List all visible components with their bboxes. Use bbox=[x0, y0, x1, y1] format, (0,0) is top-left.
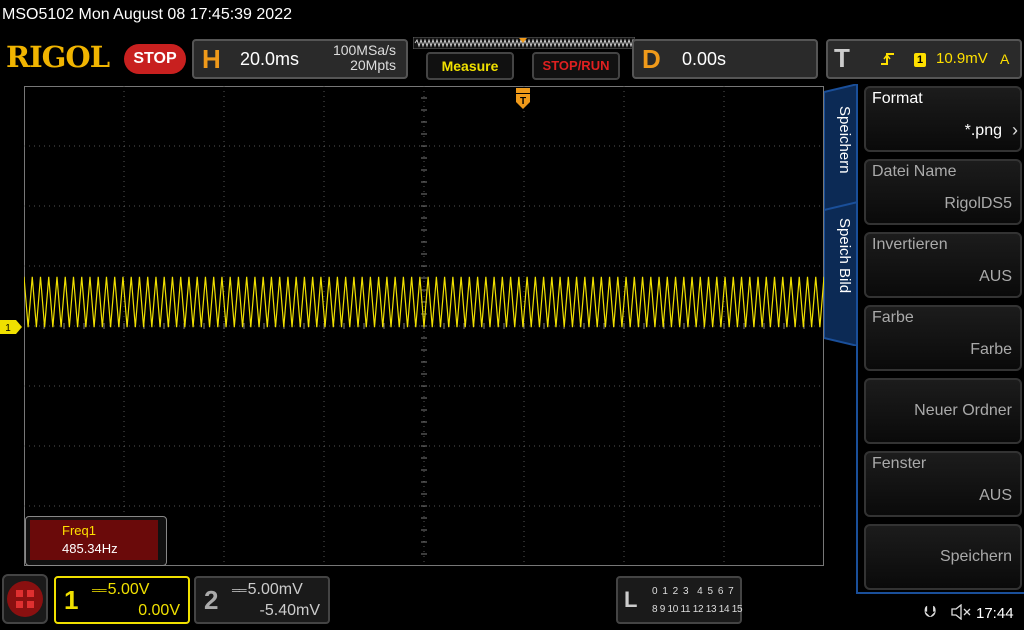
menu-item-title: Datei Name bbox=[872, 163, 957, 180]
save-image-menu: Format *.png › Datei Name RigolDS5 Inver… bbox=[856, 84, 1024, 594]
trigger-level: 10.9mV bbox=[936, 50, 988, 67]
menu-item-title: Invertieren bbox=[872, 236, 948, 253]
channel2-number: 2 bbox=[204, 585, 219, 615]
measure-button[interactable]: Measure bbox=[426, 52, 514, 80]
logic-analyzer-label: L bbox=[624, 587, 638, 612]
delay-label: D bbox=[642, 44, 661, 74]
channel2-panel[interactable]: 2 ══ 5.00mV -5.40mV bbox=[194, 576, 330, 624]
rising-edge-icon bbox=[881, 53, 894, 65]
menu-item-invert[interactable]: Invertieren AUS bbox=[864, 232, 1022, 298]
menu-item-value: Farbe bbox=[970, 341, 1012, 358]
menu-item-value: RigolDS5 bbox=[944, 195, 1012, 212]
menu-item-color[interactable]: Farbe Farbe bbox=[864, 305, 1022, 371]
tab-speichern[interactable]: Speichern bbox=[836, 106, 853, 174]
delay-value: 0.00s bbox=[682, 49, 727, 69]
menu-item-value: Neuer Ordner bbox=[914, 402, 1012, 419]
title-bar: MSO5102 Mon August 08 17:45:39 2022 bbox=[2, 6, 292, 23]
dc-coupling-icon: ══ bbox=[92, 585, 108, 597]
horizontal-label: H bbox=[202, 44, 221, 74]
system-clock: 17:44 bbox=[976, 605, 1014, 622]
measurement-panel[interactable]: Freq1 485.34Hz bbox=[25, 516, 167, 566]
channel1-marker-label: 1 bbox=[5, 323, 11, 334]
dc-coupling-icon: ══ bbox=[232, 585, 248, 597]
trigger-source-badge: 1 bbox=[914, 53, 926, 67]
waveform-display[interactable] bbox=[24, 86, 824, 566]
home-menu-button[interactable] bbox=[2, 574, 48, 624]
menu-item-new-folder[interactable]: Neuer Ordner bbox=[864, 378, 1022, 444]
menu-item-format[interactable]: Format *.png › bbox=[864, 86, 1022, 152]
trigger-mode: A bbox=[1000, 51, 1010, 67]
menu-item-save[interactable]: Speichern bbox=[864, 524, 1022, 590]
sample-rate-info: 100MSa/s 20Mpts bbox=[333, 43, 396, 73]
menu-item-file-name[interactable]: Datei Name RigolDS5 bbox=[864, 159, 1022, 225]
run-state-badge[interactable]: STOP bbox=[124, 44, 186, 74]
chevron-right-icon: › bbox=[1012, 120, 1018, 140]
sample-rate: 100MSa/s bbox=[332, 42, 396, 58]
trigger-panel[interactable]: T 1 10.9mV A bbox=[826, 39, 1022, 79]
usb-icon: ⮋ bbox=[924, 604, 937, 621]
menu-item-value: *.png bbox=[964, 122, 1002, 139]
rigol-logo: RIGOL bbox=[6, 40, 110, 74]
channel2-offset: -5.40mV bbox=[259, 602, 320, 619]
menu-item-title: Format bbox=[872, 90, 923, 107]
menu-item-value: AUS bbox=[979, 268, 1012, 285]
channel1-panel[interactable]: 1 ══ 5.00V 0.00V bbox=[54, 576, 190, 624]
horizontal-panel[interactable]: H 20.0ms 100MSa/s 20Mpts bbox=[192, 39, 408, 79]
delay-panel[interactable]: D 0.00s bbox=[632, 39, 818, 79]
digital-channels-row2: 8 9 10 11 12 13 14 15 bbox=[652, 604, 743, 615]
channel1-number: 1 bbox=[64, 585, 79, 615]
channel2-scale-value: 5.00mV bbox=[247, 581, 303, 598]
logic-analyzer-panel[interactable]: L 0 1 2 3 4 5 6 7 8 9 10 11 12 13 14 15 bbox=[616, 576, 743, 624]
tab-speich-bild[interactable]: Speich Bild bbox=[836, 218, 853, 293]
menu-item-value: AUS bbox=[979, 487, 1012, 504]
grid-menu-icon bbox=[7, 581, 43, 617]
measurement-value: 485.34Hz bbox=[62, 541, 118, 556]
trigger-marker-label: T bbox=[520, 96, 526, 107]
memory-depth: 20Mpts bbox=[350, 57, 396, 73]
measurement-label: Freq1 bbox=[62, 523, 96, 538]
channel2-scale: ══ 5.00mV bbox=[232, 581, 303, 599]
menu-item-window[interactable]: Fenster AUS bbox=[864, 451, 1022, 517]
trigger-position-bar bbox=[413, 37, 635, 49]
channel1-offset: 0.00V bbox=[138, 602, 180, 619]
speaker-muted-icon[interactable] bbox=[950, 604, 972, 620]
trigger-label: T bbox=[834, 43, 850, 73]
timebase-value: 20.0ms bbox=[240, 49, 300, 69]
menu-item-title: Farbe bbox=[872, 309, 914, 326]
menu-item-value: Speichern bbox=[939, 548, 1012, 565]
channel1-scale-value: 5.00V bbox=[107, 581, 150, 598]
digital-channels-row1: 0 1 2 3 4 5 6 7 bbox=[652, 586, 735, 597]
trigger-position-marker[interactable]: T bbox=[516, 88, 530, 110]
channel1-scale: ══ 5.00V bbox=[92, 581, 149, 599]
channel1-offset-marker[interactable]: 1 bbox=[0, 320, 22, 334]
stop-run-button[interactable]: STOP/RUN bbox=[532, 52, 620, 80]
menu-item-title: Fenster bbox=[872, 455, 927, 472]
